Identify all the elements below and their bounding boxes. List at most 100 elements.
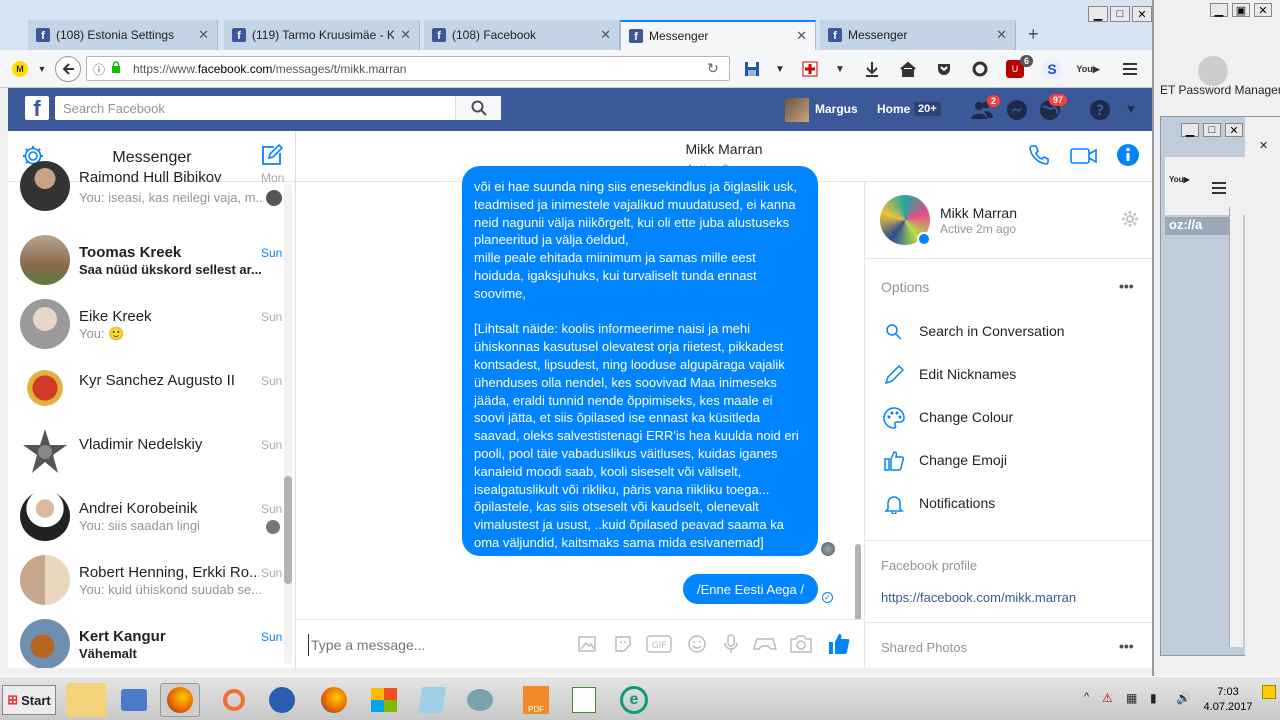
avast-icon[interactable] <box>214 683 254 717</box>
hamburger-menu-icon[interactable] <box>1211 181 1227 198</box>
scrollbar-track[interactable] <box>284 184 292 664</box>
conversation-item[interactable]: Eike Kreek You: 🙂 Sun <box>8 293 288 357</box>
e-app-icon[interactable]: e <box>614 683 654 717</box>
url-bar[interactable]: ⓘ https://www. facebook.com/messages/t/mi… <box>86 56 730 81</box>
chevron-down-icon[interactable]: ▼ <box>770 59 790 79</box>
sticker-icon[interactable] <box>610 632 636 656</box>
conversation-item[interactable]: Vladimir Nedelskiy Sun <box>8 421 288 485</box>
app-menu-icon[interactable]: M <box>12 61 28 77</box>
new-tab-button[interactable]: + <box>1028 24 1039 45</box>
compose-icon[interactable] <box>260 143 284 170</box>
chevron-down-icon[interactable]: ▼ <box>32 59 52 79</box>
game-controller-icon[interactable] <box>752 632 778 656</box>
home-link[interactable]: Home <box>877 102 910 116</box>
s-extension-icon[interactable]: S <box>1042 59 1062 79</box>
more-options-icon[interactable]: ••• <box>1119 278 1134 294</box>
close-icon[interactable]: ✕ <box>1259 139 1268 152</box>
tab-estonia-settings[interactable]: f (108) Estonia Settings ✕ <box>28 20 218 50</box>
tray-icon[interactable]: ⚠ <box>1102 691 1113 705</box>
reload-icon[interactable]: ↻ <box>707 60 719 77</box>
volume-icon[interactable]: 🔊 <box>1176 691 1191 705</box>
messenger-icon[interactable] <box>1006 99 1028 124</box>
editor-icon[interactable] <box>564 683 604 717</box>
network-icon[interactable]: ▮ <box>1150 691 1157 705</box>
start-button[interactable]: ⊞ Start <box>2 685 56 715</box>
home-icon[interactable] <box>898 59 918 79</box>
avatar[interactable] <box>785 98 809 122</box>
message-bubble[interactable]: /Enne Eesti Aega / <box>683 574 818 604</box>
option-search-in-conversation[interactable]: Search in Conversation <box>865 311 1152 354</box>
close-window-button[interactable]: ✕ <box>1225 123 1243 137</box>
tab-messenger[interactable]: f Messenger ✕ <box>820 20 1016 50</box>
firefox-icon[interactable] <box>314 683 354 717</box>
conversation-item[interactable]: Raimond Hull Bibikov You: iseasi, kas ne… <box>8 161 288 235</box>
tab-messenger-active[interactable]: f Messenger ✕ <box>620 20 816 50</box>
account-menu-icon[interactable]: ▼ <box>1125 102 1137 116</box>
close-window-button[interactable]: ✕ <box>1254 3 1272 17</box>
minimize-button[interactable]: ▁ <box>1181 123 1199 137</box>
close-window-button[interactable]: ✕ <box>1132 6 1152 22</box>
save-icon[interactable] <box>742 59 762 79</box>
back-button[interactable] <box>55 56 81 82</box>
file-explorer-icon[interactable] <box>66 683 106 717</box>
conversation-item[interactable]: Robert Henning, Erkki Ro... You: kuid üh… <box>8 549 288 613</box>
scrollbar-track[interactable] <box>1229 207 1243 647</box>
close-icon[interactable]: ✕ <box>796 28 807 44</box>
maximize-button[interactable]: ▣ <box>1232 3 1250 17</box>
maximize-button[interactable]: □ <box>1110 6 1130 22</box>
gif-icon[interactable]: GIF <box>646 632 672 656</box>
windows-icon[interactable] <box>364 683 404 717</box>
camera-icon[interactable] <box>788 632 814 656</box>
video-call-icon[interactable] <box>1070 146 1098 169</box>
info-icon[interactable]: ⓘ <box>93 61 105 78</box>
search-button[interactable] <box>455 96 501 120</box>
thumbs-up-icon[interactable] <box>826 632 852 656</box>
show-hidden-icons-icon[interactable]: ^ <box>1084 691 1089 703</box>
microphone-icon[interactable] <box>718 632 744 656</box>
option-edit-nicknames[interactable]: Edit Nicknames <box>865 354 1152 397</box>
browser-blue-icon[interactable] <box>262 683 302 717</box>
close-icon[interactable]: ✕ <box>400 27 411 43</box>
conversation-item[interactable]: Kert Kangur Vähemalt Sun <box>8 613 288 668</box>
option-notifications[interactable]: Notifications <box>865 483 1152 526</box>
close-icon[interactable]: ✕ <box>996 27 1007 43</box>
minimize-button[interactable]: ▁ <box>1088 6 1108 22</box>
user-name-link[interactable]: Margus <box>815 102 858 116</box>
password-manager-icon[interactable] <box>1198 56 1228 86</box>
option-change-colour[interactable]: Change Colour <box>865 397 1152 440</box>
pocket-icon[interactable] <box>934 59 954 79</box>
conversation-item[interactable]: Toomas Kreek Saa nüüd ükskord sellest ar… <box>8 229 288 293</box>
option-change-emoji[interactable]: Change Emoji <box>865 440 1152 483</box>
more-options-icon[interactable]: ••• <box>1119 638 1134 654</box>
firefox-taskbar-icon[interactable] <box>160 683 200 717</box>
youtube-icon[interactable]: You▶ <box>1076 59 1099 79</box>
help-icon[interactable]: ? <box>1089 99 1111 124</box>
sync-icon[interactable] <box>970 59 990 79</box>
scrollbar-thumb[interactable] <box>855 544 861 624</box>
notepad-icon[interactable] <box>412 683 452 717</box>
tray-icon[interactable]: ▦ <box>1126 691 1137 705</box>
youtube-icon[interactable]: You▶ <box>1169 175 1190 184</box>
conversation-item[interactable]: Kyr Sanchez Augusto II Sun <box>8 357 288 421</box>
hamburger-menu-icon[interactable] <box>1120 59 1140 79</box>
search-input[interactable]: Search Facebook <box>55 96 501 120</box>
system-clock[interactable]: 7:03 4.07.2017 <box>1200 685 1256 715</box>
message-bubble[interactable]: või ei hae suunda ning siis enesekindlus… <box>462 166 818 556</box>
phone-icon[interactable] <box>1028 144 1050 169</box>
download-icon[interactable] <box>862 59 882 79</box>
facebook-logo[interactable]: f <box>25 96 49 120</box>
first-aid-icon[interactable] <box>800 59 820 79</box>
pdf-icon[interactable]: PDF <box>516 683 556 717</box>
network-tool-icon[interactable] <box>460 683 500 717</box>
chevron-down-icon[interactable]: ▼ <box>830 59 850 79</box>
message-input[interactable] <box>308 634 548 656</box>
profile-link[interactable]: https://facebook.com/mikk.marran <box>881 590 1076 605</box>
photo-icon[interactable] <box>574 632 600 656</box>
minimize-button[interactable]: ▁ <box>1210 3 1228 17</box>
info-icon[interactable] <box>1116 143 1140 170</box>
scrollbar-thumb[interactable] <box>284 476 292 584</box>
conversation-item[interactable]: Andrei Korobeinik You: siis saadan lingi… <box>8 485 288 549</box>
close-icon[interactable]: ✕ <box>198 27 209 43</box>
tab-tarmo[interactable]: f (119) Tarmo Kruusimäe - K ✕ <box>224 20 420 50</box>
tray-icon[interactable] <box>1262 685 1276 699</box>
